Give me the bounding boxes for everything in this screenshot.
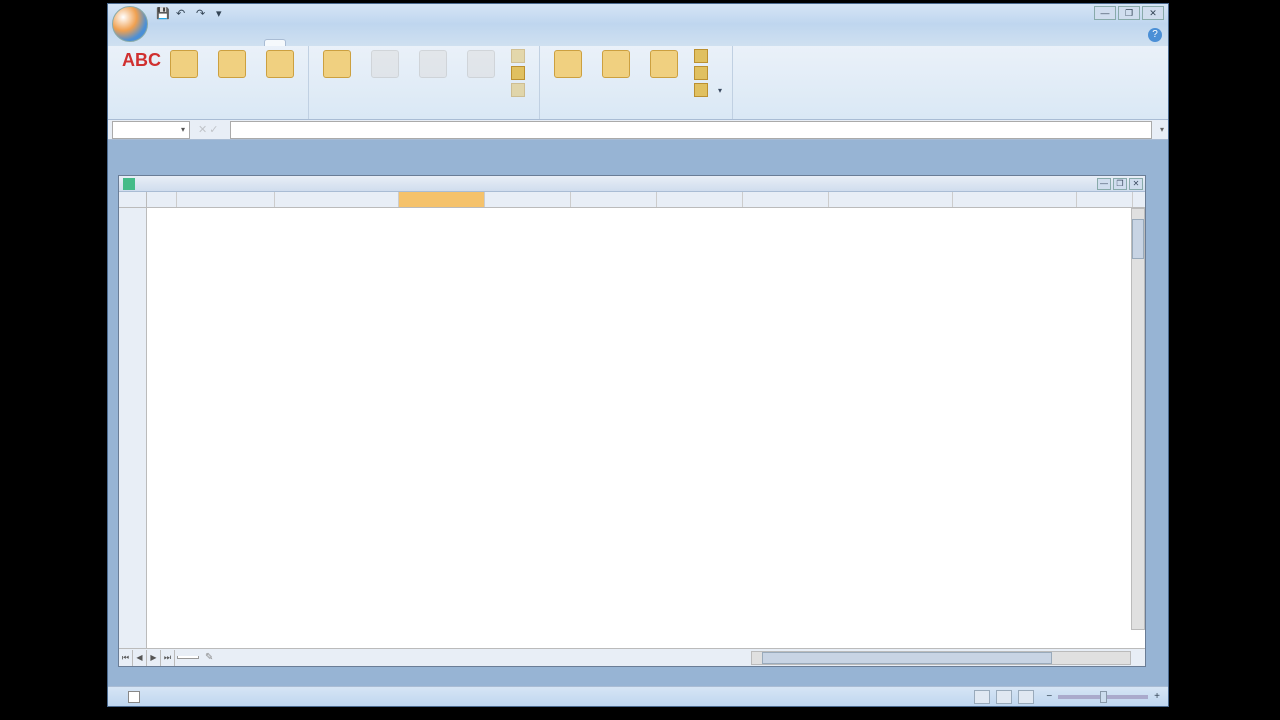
name-box[interactable]: ▾ [112, 121, 190, 139]
close-button[interactable]: ✕ [1142, 6, 1164, 20]
prev-sheet-button[interactable]: ◀ [133, 650, 147, 666]
pagelayout-view-button[interactable] [996, 690, 1012, 704]
zoom-in-button[interactable]: + [1154, 691, 1160, 702]
redo-icon[interactable]: ↷ [196, 7, 210, 21]
ribbon-tabs [108, 24, 1168, 46]
protect-share-button[interactable] [690, 48, 726, 64]
first-sheet-button[interactable]: ⏮ [119, 650, 133, 666]
workspace: — ❐ ✕ [108, 140, 1168, 686]
col-header-I[interactable] [829, 192, 953, 207]
proofing-group-label [114, 116, 302, 117]
tab-review[interactable] [264, 39, 286, 46]
workbook-window: — ❐ ✕ [118, 175, 1146, 667]
maximize-button[interactable]: ❐ [1118, 6, 1140, 20]
quick-access-toolbar: 💾 ↶ ↷ ▾ [156, 7, 230, 21]
delete-comment-button[interactable] [363, 48, 407, 82]
col-header-H[interactable] [743, 192, 829, 207]
new-comment-button[interactable] [315, 48, 359, 82]
next-comment-button[interactable] [459, 48, 503, 82]
col-header-F[interactable] [571, 192, 657, 207]
comments-group-label [315, 116, 533, 117]
minimize-button[interactable]: — [1094, 6, 1116, 20]
workbook-icon [123, 178, 135, 190]
changes-group-label [546, 116, 726, 117]
research-button[interactable] [162, 48, 206, 82]
show-ink-button[interactable] [507, 82, 533, 98]
thesaurus-button[interactable] [210, 48, 254, 82]
pagebreak-view-button[interactable] [1018, 690, 1034, 704]
spelling-button[interactable]: ABC [114, 48, 158, 82]
protect-sheet-button[interactable] [546, 48, 590, 82]
horizontal-scrollbar[interactable] [751, 651, 1131, 665]
zoom-slider[interactable] [1058, 695, 1148, 699]
normal-view-button[interactable] [974, 690, 990, 704]
col-header-E[interactable] [485, 192, 571, 207]
workbook-titlebar: — ❐ ✕ [119, 176, 1145, 192]
next-sheet-button[interactable]: ▶ [147, 650, 161, 666]
col-header-K[interactable] [1077, 192, 1133, 207]
new-sheet-icon[interactable]: ✎ [205, 652, 213, 663]
statusbar: − + [108, 686, 1168, 706]
formula-bar: ▾ ✕✓ ▾ [108, 120, 1168, 140]
protect-workbook-button[interactable] [594, 48, 638, 82]
wb-close-button[interactable]: ✕ [1129, 178, 1143, 190]
grid[interactable] [147, 208, 1145, 648]
vertical-scrollbar[interactable] [1131, 208, 1145, 630]
column-headers [119, 192, 1145, 208]
col-header-G[interactable] [657, 192, 743, 207]
save-icon[interactable]: 💾 [156, 7, 170, 21]
wb-maximize-button[interactable]: ❐ [1113, 178, 1127, 190]
ribbon: ABC [108, 46, 1168, 120]
col-header-A[interactable] [147, 192, 177, 207]
macro-record-icon[interactable] [128, 691, 140, 703]
share-workbook-button[interactable] [642, 48, 686, 82]
col-header-J[interactable] [953, 192, 1077, 207]
formula-input[interactable] [230, 121, 1152, 139]
office-button[interactable] [112, 6, 148, 42]
show-all-comments-button[interactable] [507, 65, 533, 81]
translate-button[interactable] [258, 48, 302, 82]
cancel-formula-icon[interactable]: ✕ [198, 123, 207, 136]
col-header-C[interactable] [275, 192, 399, 207]
show-hide-comment-button[interactable] [507, 48, 533, 64]
track-changes-button[interactable]: ▾ [690, 82, 726, 98]
zoom-out-button[interactable]: − [1046, 691, 1052, 702]
titlebar: 💾 ↶ ↷ ▾ — ❐ ✕ [108, 4, 1168, 24]
sheet-tab-bar: ⏮ ◀ ▶ ⏭ ✎ [119, 648, 1145, 666]
expand-formula-icon[interactable]: ▾ [1156, 125, 1168, 134]
undo-icon[interactable]: ↶ [176, 7, 190, 21]
enter-formula-icon[interactable]: ✓ [209, 123, 218, 136]
sheet-tab-active[interactable] [177, 656, 199, 659]
wb-minimize-button[interactable]: — [1097, 178, 1111, 190]
previous-comment-button[interactable] [411, 48, 455, 82]
allow-users-button[interactable] [690, 65, 726, 81]
col-header-B[interactable] [177, 192, 275, 207]
select-all-corner[interactable] [119, 192, 147, 207]
last-sheet-button[interactable]: ⏭ [161, 650, 175, 666]
col-header-D[interactable] [399, 192, 485, 207]
help-icon[interactable]: ? [1148, 28, 1162, 42]
excel-window: 💾 ↶ ↷ ▾ — ❐ ✕ ? ABC [107, 3, 1169, 707]
row-headers [119, 208, 147, 648]
qat-dropdown-icon[interactable]: ▾ [216, 7, 230, 21]
